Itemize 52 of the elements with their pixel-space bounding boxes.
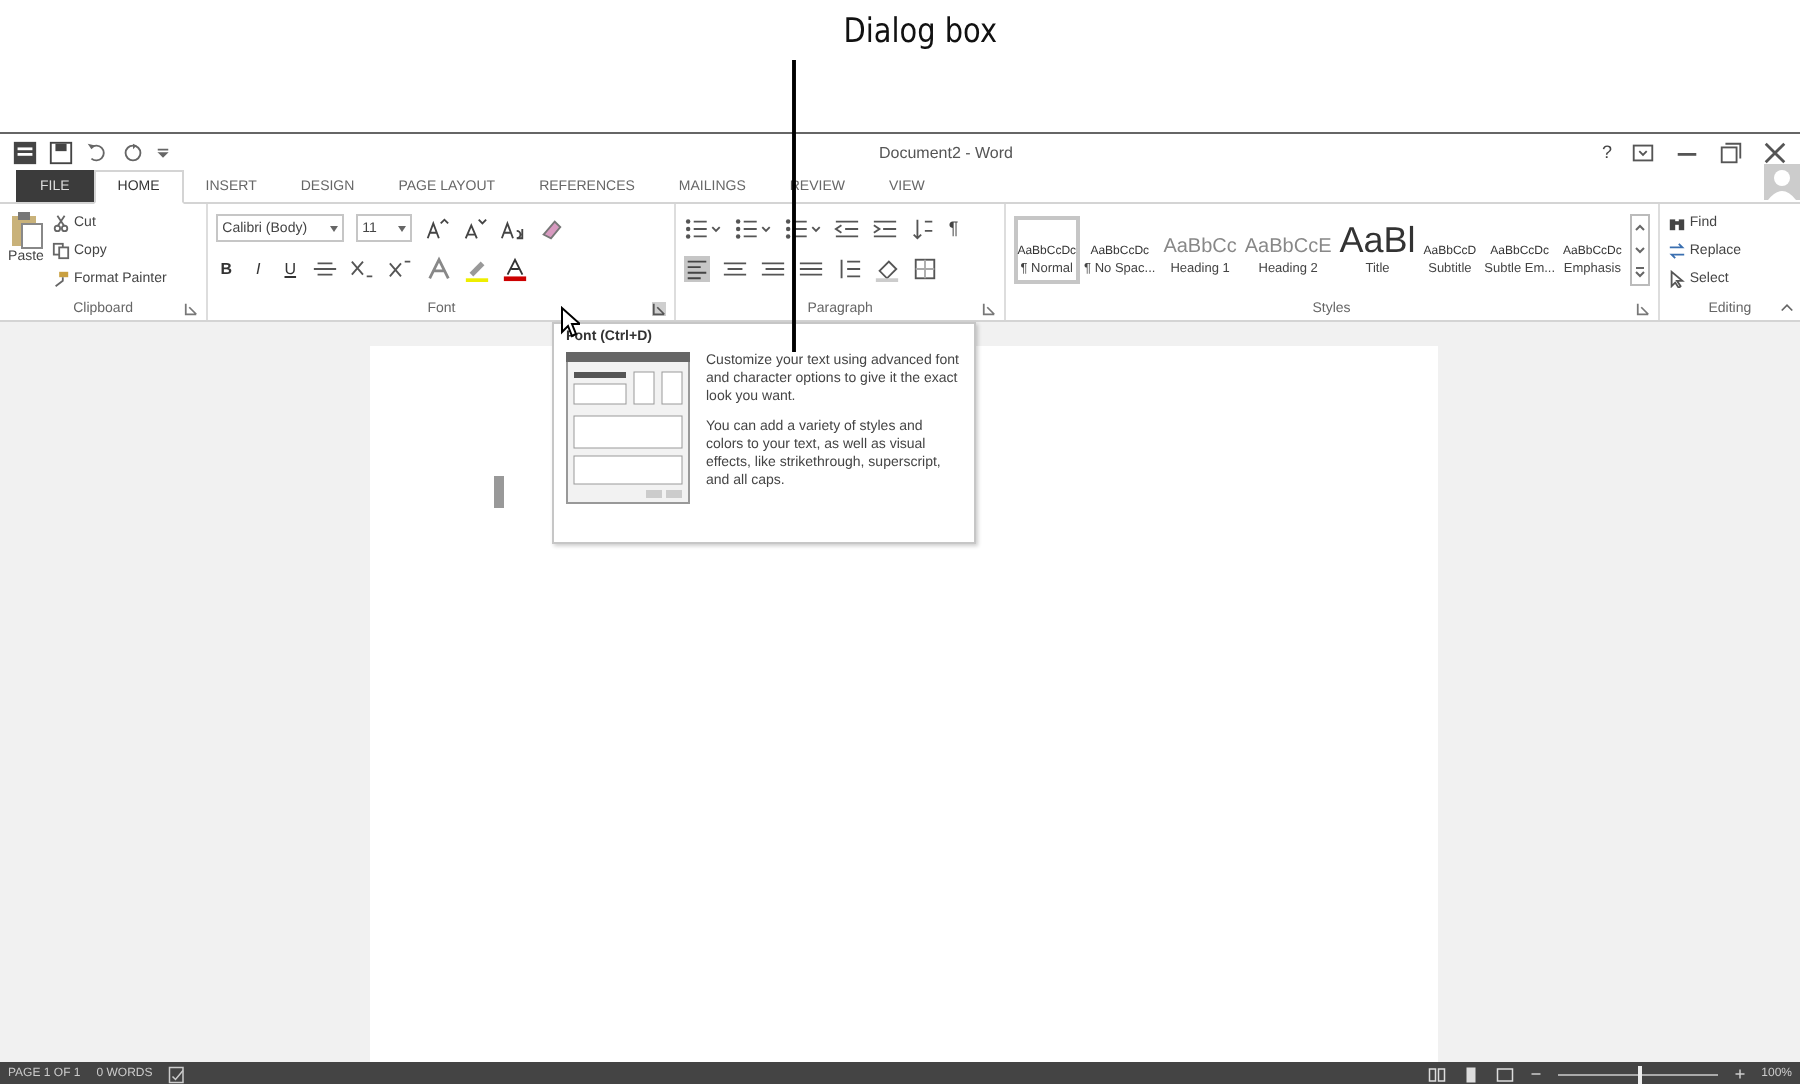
dialog-launcher-icon[interactable] xyxy=(652,302,667,316)
text-effects-icon[interactable] xyxy=(426,255,453,281)
replace-icon xyxy=(1667,242,1686,260)
list-icon[interactable] xyxy=(684,215,723,241)
help-button[interactable]: ? xyxy=(1601,142,1612,162)
shading-icon[interactable] xyxy=(874,255,901,281)
underline-button[interactable]: U xyxy=(280,259,301,277)
proofing-icon[interactable] xyxy=(168,1065,187,1083)
customize-caret-icon[interactable] xyxy=(156,145,170,159)
superscript-icon[interactable] xyxy=(388,255,415,281)
scissors-icon xyxy=(52,214,70,232)
paintbrush-icon xyxy=(52,270,70,288)
subscript-icon[interactable] xyxy=(350,255,377,281)
dialog-launcher-icon[interactable] xyxy=(981,302,996,316)
web-layout-icon[interactable] xyxy=(1495,1065,1514,1083)
eraser-icon[interactable] xyxy=(538,215,565,241)
sort-icon[interactable] xyxy=(910,215,937,241)
undo-icon[interactable] xyxy=(84,139,110,165)
callout-label: Dialog box xyxy=(843,12,997,52)
zoom-in-icon[interactable] xyxy=(1733,1068,1746,1080)
cursor-arrow-icon xyxy=(1667,270,1686,288)
bold-button[interactable]: B xyxy=(216,259,237,277)
zoom-out-icon[interactable] xyxy=(1529,1068,1542,1080)
restore-icon[interactable] xyxy=(1718,139,1744,165)
increase-indent-icon[interactable] xyxy=(872,215,899,241)
list-icon[interactable] xyxy=(784,215,823,241)
collapse-ribbon-icon[interactable] xyxy=(1780,300,1794,314)
insertion-point xyxy=(493,476,503,508)
save-icon[interactable] xyxy=(48,139,74,165)
binoculars-icon xyxy=(1667,214,1686,232)
close-icon[interactable] xyxy=(1762,139,1788,165)
dialog-launcher-icon[interactable] xyxy=(184,302,199,316)
copy-icon xyxy=(52,242,70,260)
dialog-launcher-icon[interactable] xyxy=(1635,302,1650,316)
clipboard-icon xyxy=(8,210,44,250)
redo-icon[interactable] xyxy=(120,139,146,165)
shrink-font-icon[interactable] xyxy=(462,215,489,241)
grow-font-icon[interactable] xyxy=(424,215,451,241)
italic-button[interactable]: I xyxy=(248,259,269,277)
font-color-icon[interactable] xyxy=(502,255,529,281)
ribbon-display-icon[interactable] xyxy=(1630,139,1656,165)
window-title: Document2 - Word xyxy=(876,143,1015,161)
list-icon[interactable] xyxy=(734,215,773,241)
read-mode-icon[interactable] xyxy=(1427,1065,1446,1083)
change-case-icon[interactable] xyxy=(500,215,527,241)
show-marks-button[interactable]: ¶ xyxy=(948,218,959,238)
decrease-indent-icon[interactable] xyxy=(834,215,861,241)
line-spacing-icon[interactable] xyxy=(836,255,863,281)
gallery-scroll-icon[interactable] xyxy=(1629,214,1650,286)
borders-icon[interactable] xyxy=(912,255,939,281)
align-left-icon[interactable] xyxy=(684,255,711,281)
print-layout-icon[interactable] xyxy=(1461,1065,1480,1083)
